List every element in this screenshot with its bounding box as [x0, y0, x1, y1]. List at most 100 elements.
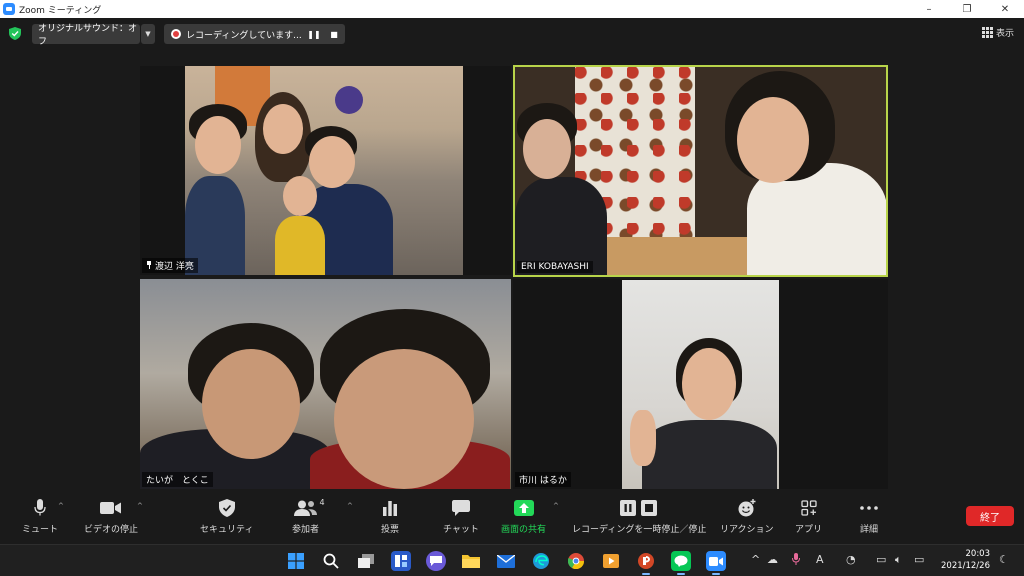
mute-button[interactable]: ミュート: [22, 498, 58, 535]
meeting-toolbar: ミュート ^ ビデオの停止 ^ セキュリティ 4 参加者 ^ 投票 チャット 画…: [0, 492, 1024, 544]
share-screen-button[interactable]: 画面の共有: [501, 498, 546, 535]
edge-browser-icon[interactable]: [531, 551, 551, 571]
clock-time: 20:03: [965, 549, 991, 559]
powerpoint-icon[interactable]: [636, 551, 656, 575]
input-method-icon[interactable]: A: [816, 553, 824, 566]
more-dots-icon: [860, 506, 878, 510]
zoom-app-icon: [3, 3, 15, 15]
polls-button[interactable]: 投票: [381, 498, 399, 535]
onedrive-cloud-icon[interactable]: ☁: [767, 553, 778, 566]
volume-muted-icon[interactable]: 🔈︎: [895, 553, 902, 567]
chat-label: チャット: [443, 525, 479, 535]
video-tile[interactable]: 渡辺 洋亮: [140, 66, 511, 275]
person-face: [334, 349, 474, 489]
battery-icon[interactable]: ▭: [914, 553, 924, 566]
search-icon[interactable]: [321, 551, 341, 571]
video-options-chevron-up-icon[interactable]: ^: [137, 502, 143, 510]
pause-stop-recording-icon: [620, 500, 658, 516]
apps-label: アプリ: [795, 525, 823, 535]
widgets-icon[interactable]: [391, 551, 411, 571]
chrome-browser-icon[interactable]: [566, 551, 586, 571]
video-tile-active-speaker[interactable]: ERI KOBAYASHI: [513, 65, 888, 277]
exercise-ball: [335, 86, 363, 114]
file-explorer-icon[interactable]: [461, 551, 481, 571]
participants-button[interactable]: 4 参加者: [292, 498, 325, 535]
task-view-icon[interactable]: [356, 551, 376, 571]
system-clock[interactable]: 20:03 2021/12/26: [941, 548, 990, 572]
security-label: セキュリティ: [200, 525, 254, 535]
pause-stop-recording-button[interactable]: レコーディングを一時停止／停止: [572, 498, 706, 535]
chat-button[interactable]: チャット: [443, 498, 479, 535]
view-label: 表示: [995, 29, 1014, 39]
pin-icon: [146, 261, 152, 269]
line-messenger-icon[interactable]: [671, 551, 691, 575]
participant-name: ERI KOBAYASHI: [521, 262, 589, 272]
window-title: Zoom ミーティング: [19, 5, 102, 16]
do-not-disturb-moon-icon[interactable]: ☾: [999, 553, 1009, 566]
close-window-button[interactable]: ✕: [986, 0, 1024, 18]
mute-label: ミュート: [22, 525, 59, 535]
person-body: [275, 216, 325, 275]
share-screen-icon: [513, 500, 534, 516]
recording-dot-icon: [171, 29, 181, 39]
maximize-button[interactable]: ❐: [948, 0, 986, 18]
pause-stop-recording-label: レコーディングを一時停止／停止: [572, 525, 707, 535]
media-player-icon[interactable]: [601, 551, 621, 571]
apps-button[interactable]: アプリ: [795, 498, 822, 535]
tray-chevron-up-icon[interactable]: ^: [751, 553, 760, 566]
peace-sign-hand: [630, 410, 656, 466]
focus-timer-icon[interactable]: ◔: [846, 553, 856, 566]
grid-view-icon: [981, 27, 993, 38]
video-tile[interactable]: たいが とくこ: [140, 279, 511, 489]
teams-chat-icon[interactable]: [426, 551, 446, 571]
share-options-chevron-up-icon[interactable]: ^: [553, 502, 559, 510]
zoom-taskbar-icon[interactable]: [706, 551, 726, 575]
encryption-shield-icon[interactable]: [9, 27, 21, 40]
original-sound-button[interactable]: オリジナルサウンド：オフ: [32, 24, 140, 47]
audio-options-chevron-up-icon[interactable]: ^: [58, 502, 64, 510]
polls-bar-icon: [383, 501, 397, 516]
participant-name-tag: 市川 はるか: [515, 472, 571, 487]
more-button[interactable]: 詳細: [860, 498, 878, 535]
participant-name: 渡辺 洋亮: [155, 262, 194, 272]
recording-label: レコーディングしています...: [186, 30, 302, 41]
participant-name-tag: たいが とくこ: [142, 472, 213, 487]
windows-taskbar: ^ ☁ A ◔ ▭ 🔈︎ ▭ 20:03 2021/12/26 ☾: [0, 544, 1024, 576]
chat-bubble-icon: [451, 500, 470, 516]
original-sound-label: オリジナルサウンド：オフ: [38, 24, 138, 47]
reactions-label: リアクション: [720, 525, 774, 535]
windows-start-icon[interactable]: [286, 551, 306, 571]
participant-name: 市川 はるか: [519, 476, 567, 486]
view-button[interactable]: 表示: [981, 26, 1014, 39]
reactions-button[interactable]: リアクション: [720, 498, 774, 535]
person-face: [202, 349, 300, 459]
clock-date: 2021/12/26: [941, 561, 990, 571]
participants-icon: [293, 500, 317, 516]
person-face: [523, 119, 571, 179]
person-face: [682, 348, 736, 420]
minimize-button[interactable]: –: [910, 0, 948, 18]
recording-indicator: レコーディングしています... ❚❚ ■: [164, 24, 345, 44]
display-icon[interactable]: ▭: [876, 553, 886, 566]
participant-name-tag: 渡辺 洋亮: [142, 258, 198, 273]
person-face: [309, 136, 355, 188]
person-face: [195, 116, 241, 174]
sound-options-chevron-down-icon[interactable]: ▼: [141, 24, 155, 44]
mail-icon[interactable]: [496, 551, 516, 571]
microphone-in-use-icon[interactable]: [792, 553, 800, 568]
end-meeting-button[interactable]: 終了: [966, 506, 1014, 526]
person-body: [642, 420, 777, 489]
participants-options-chevron-up-icon[interactable]: ^: [347, 502, 353, 510]
security-button[interactable]: セキュリティ: [200, 498, 253, 535]
share-screen-label: 画面の共有: [501, 525, 547, 535]
video-feed: [185, 66, 463, 275]
stop-recording-icon[interactable]: ■: [326, 24, 342, 44]
participants-label: 参加者: [292, 525, 320, 535]
video-tile[interactable]: 市川 はるか: [513, 279, 888, 489]
window-controls: – ❐ ✕: [910, 0, 1024, 18]
stop-video-button[interactable]: ビデオの停止: [84, 498, 138, 535]
pause-recording-icon[interactable]: ❚❚: [306, 24, 322, 44]
more-label: 詳細: [860, 525, 879, 535]
video-camera-icon: [100, 502, 121, 514]
apps-icon: [800, 500, 817, 516]
